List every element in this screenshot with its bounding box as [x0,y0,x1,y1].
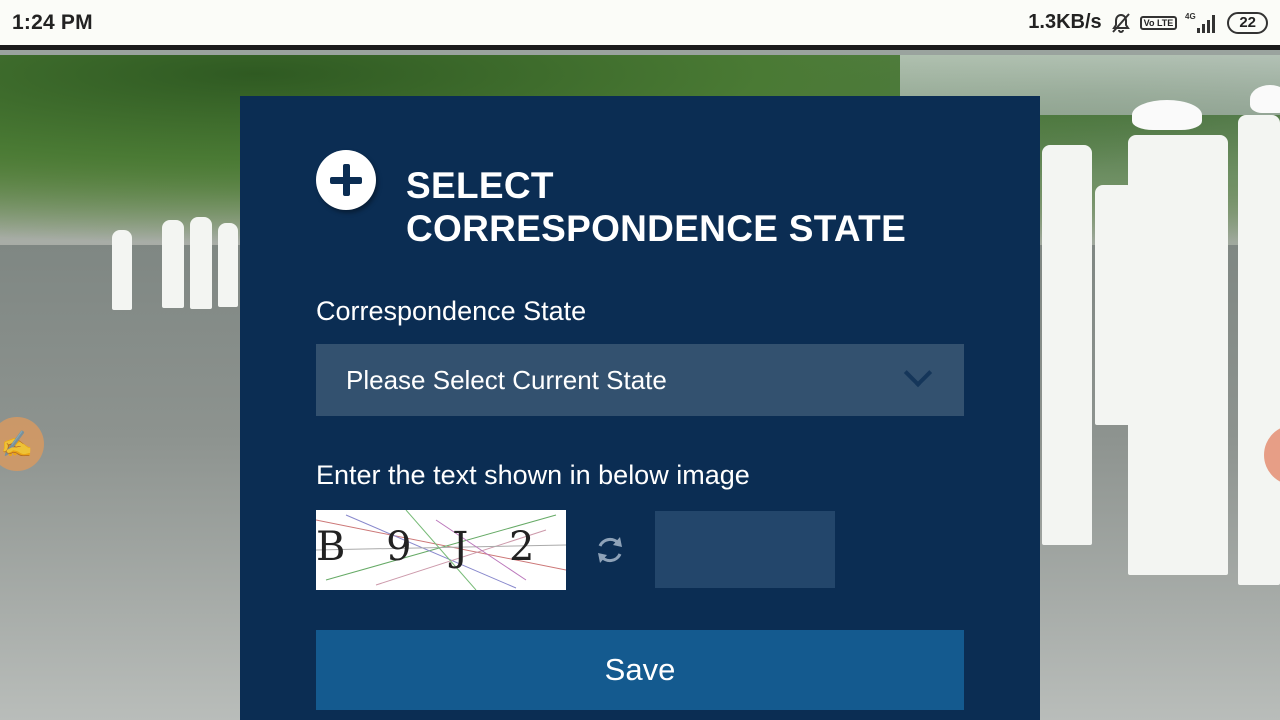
modal-title: SELECT CORRESPONDENCE STATE [406,164,906,250]
chevron-down-icon [904,371,934,389]
battery-icon: 22 [1227,11,1268,34]
background-figure [218,223,238,307]
state-select[interactable]: Please Select Current State [316,344,964,416]
save-button[interactable]: Save [316,630,964,710]
captcha-text: B 9 J 2 2 [316,524,566,570]
select-state-modal: SELECT CORRESPONDENCE STATE Corresponden… [240,96,1040,720]
state-select-value: Please Select Current State [346,364,667,395]
background-figure [1238,115,1280,585]
network-speed: 1.3KB/s [1028,11,1102,33]
background-figure [1128,135,1228,575]
svg-text:4G: 4G [1185,12,1196,21]
modal-title-line2: CORRESPONDENCE STATE [406,208,907,249]
status-bar: 1:24 PM 1.3KB/s Vo LTE 4G 22 [0,0,1280,50]
background-figure [1042,145,1092,545]
background-cap [1132,100,1202,130]
state-label: Correspondence State [316,296,587,326]
background-cap [1250,85,1280,113]
plus-circle-icon [316,150,376,210]
captcha-input[interactable] [655,511,835,588]
mute-bell-icon [1110,12,1132,34]
modal-title-line1: SELECT [406,165,554,206]
background-figure [190,217,212,309]
captcha-image: B 9 J 2 2 [316,510,566,590]
background-figure [112,230,132,310]
captcha-label: Enter the text shown in below image [316,460,750,490]
volte-icon: Vo LTE [1139,15,1178,30]
signal-icon: 4G [1185,11,1219,35]
status-time: 1:24 PM [12,10,93,34]
background-figure [162,220,184,308]
status-icons: 1.3KB/s Vo LTE 4G 22 [1028,11,1268,35]
refresh-icon[interactable] [592,532,628,568]
